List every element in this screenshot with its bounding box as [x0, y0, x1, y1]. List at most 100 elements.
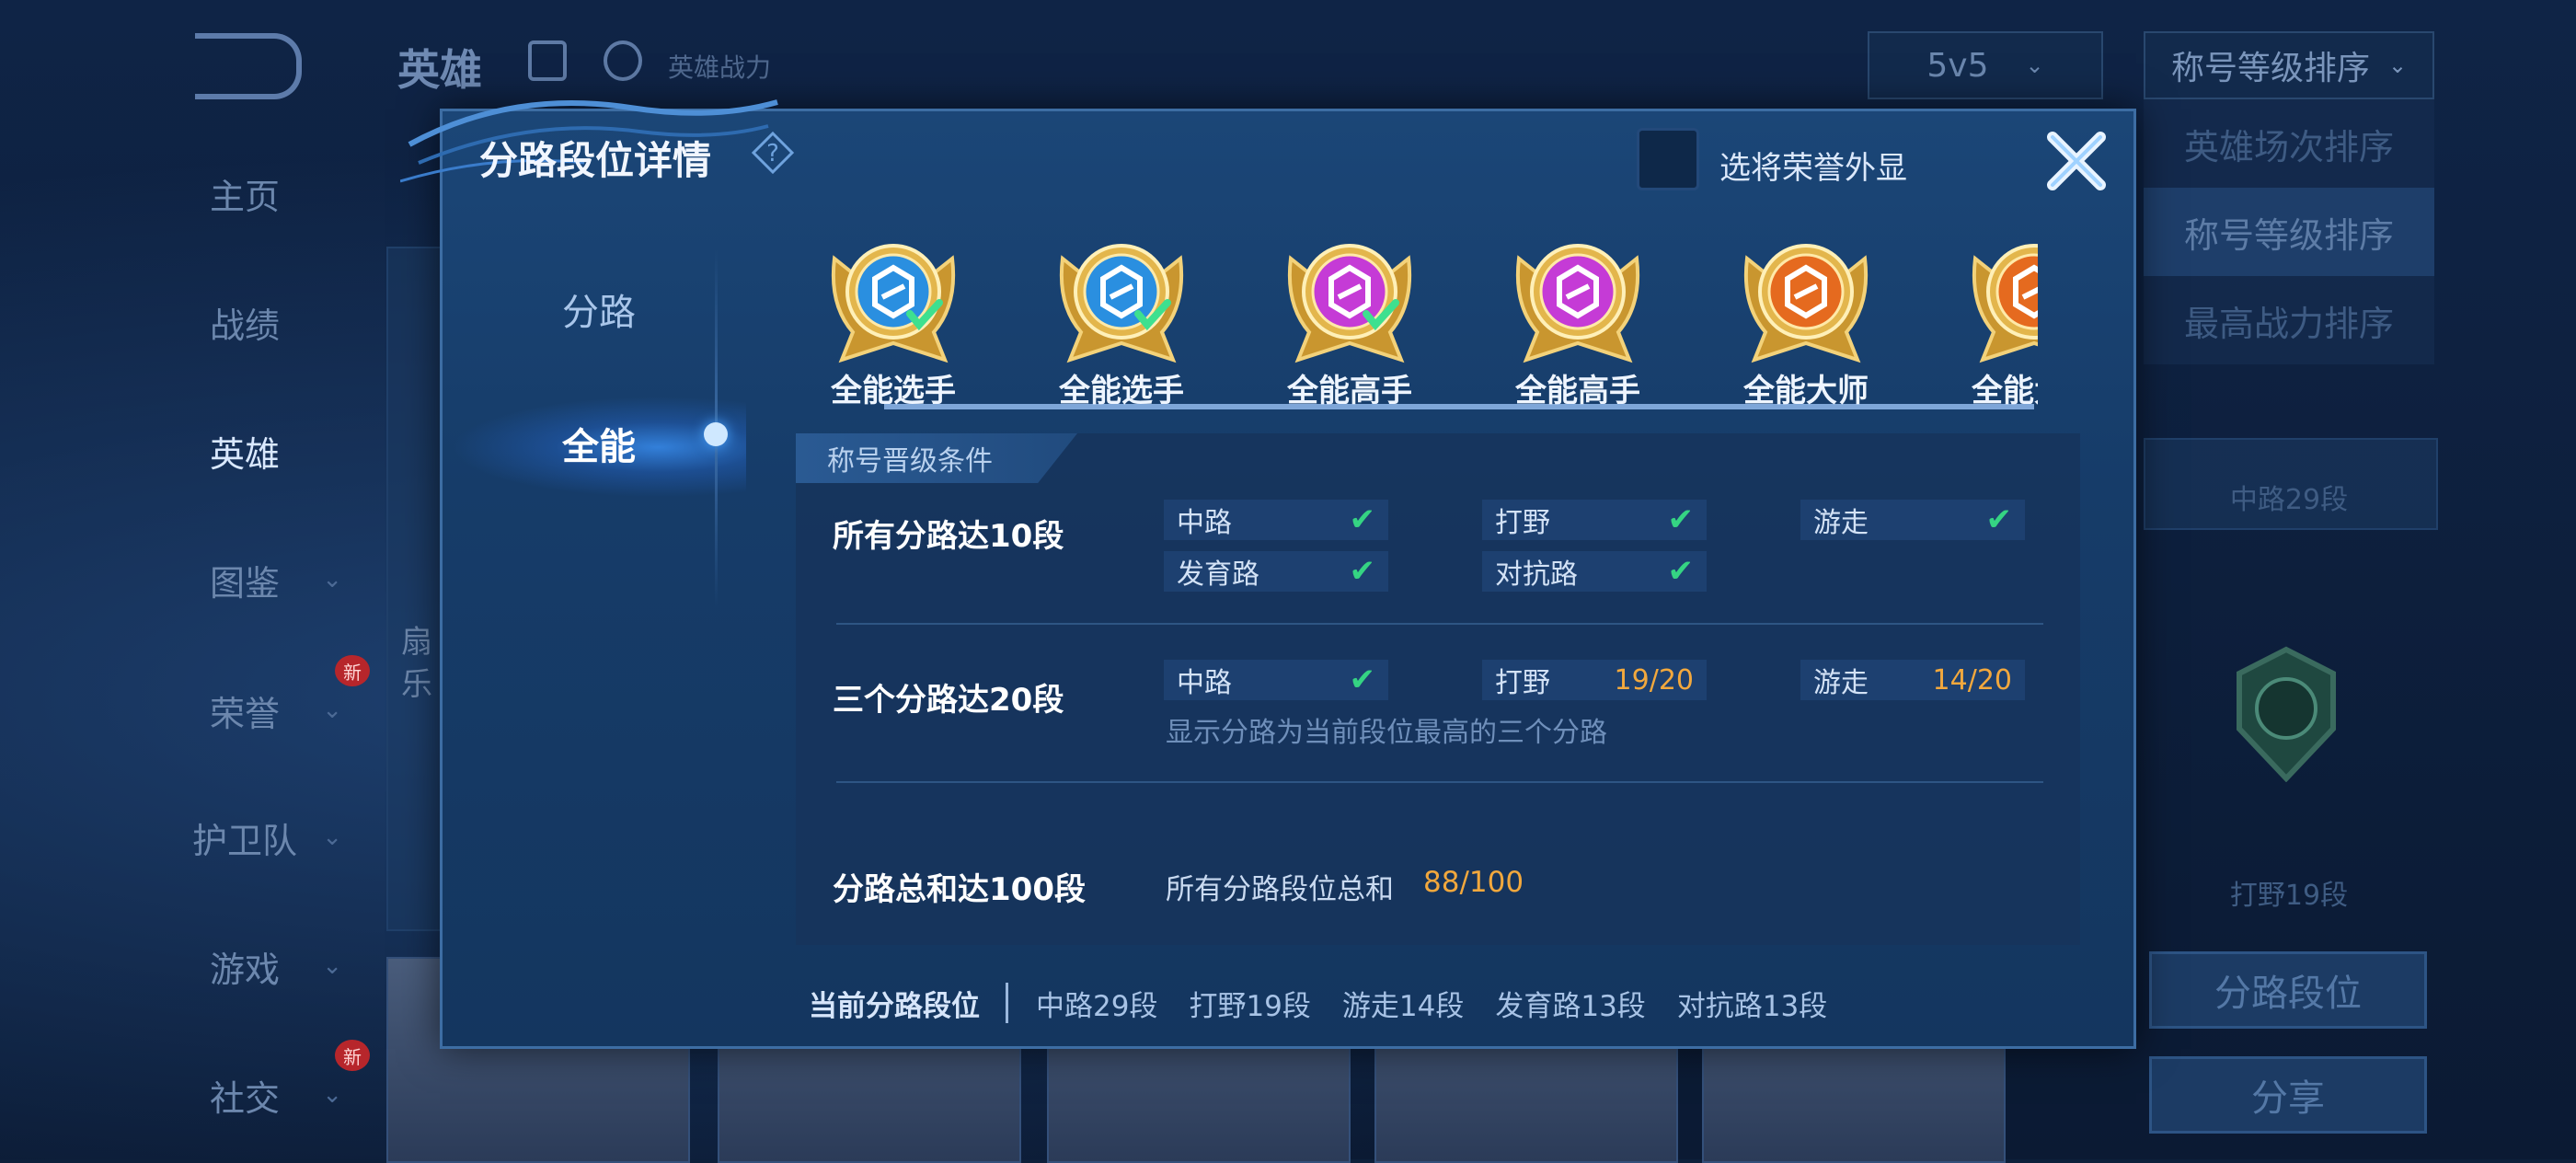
sort-option-title[interactable]: 称号等级排序 — [2144, 188, 2434, 276]
nav-label: 战绩 — [209, 305, 280, 346]
badge-label: 全能大师 — [1743, 373, 1869, 409]
lane-rank-clash: 对抗路13段 — [1676, 989, 1828, 1023]
conditions-header: 称号晋级条件 — [796, 433, 1077, 483]
condition-title: 分路总和达100段 — [833, 864, 1086, 909]
rank-emblem-icon — [1287, 244, 1412, 363]
sort-option-matches[interactable]: 英雄场次排序 — [2144, 99, 2434, 188]
title-badge[interactable]: 全能大师 — [1723, 222, 1889, 410]
condition-title-num: 100段 — [989, 871, 1086, 908]
requirement-name: 发育路 — [1177, 558, 1259, 591]
lane-rank-jungle: 打野19段 — [1189, 989, 1311, 1023]
rank-emblem-icon — [831, 244, 956, 363]
current-lane-ranks: 当前分路段位 中路29段 打野19段 游走14段 发育路13段 对抗路13段 — [809, 980, 1858, 1026]
requirement-mid: 中路 ✔ — [1164, 500, 1388, 540]
rank-emblem-icon — [1972, 244, 2038, 363]
hero-power-icon[interactable] — [604, 40, 642, 81]
list-icon[interactable] — [528, 40, 567, 81]
nav-label: 社交 — [209, 1077, 280, 1119]
condition-note: 显示分路为当前段位最高的三个分路 — [1166, 717, 1607, 749]
condition-title-text: 分路总和达 — [833, 871, 989, 908]
nav-heroes[interactable]: 英雄 — [134, 423, 355, 478]
rank-emblem-icon — [1059, 244, 1184, 363]
requirement-clash: 对抗路 ✔ — [1482, 551, 1707, 592]
check-icon: ✔ — [1349, 501, 1376, 538]
new-badge: 新 — [335, 1040, 370, 1071]
requirement-mid: 中路 ✔ — [1164, 660, 1388, 700]
lane-rank-roam: 游走14段 — [1341, 989, 1465, 1023]
new-badge: 新 — [335, 655, 370, 686]
requirement-name: 游走 — [1813, 507, 1869, 539]
title-badge[interactable]: 全能高手 — [1495, 222, 1661, 410]
badge-label: 全能选手 — [1059, 373, 1184, 409]
hero-card-text: 乐 — [401, 666, 432, 703]
lane-rank-farm: 发育路13段 — [1495, 989, 1646, 1023]
mode-dropdown[interactable]: 5v5 ⌄ — [1868, 31, 2103, 99]
title-badge[interactable]: 全能大师 — [1951, 222, 2038, 410]
check-icon: ✔ — [1667, 553, 1695, 590]
help-icon[interactable]: ? — [752, 132, 794, 174]
chevron-down-icon: ⌄ — [2025, 52, 2044, 78]
title-badge[interactable]: 全能高手 — [1267, 222, 1432, 410]
condition-title: 所有分路达10段 — [833, 511, 1064, 556]
condition-title-text: 三个分路达 — [833, 682, 989, 719]
chevron-down-icon: ⌄ — [322, 1081, 342, 1109]
condition-title-num: 10段 — [989, 518, 1064, 555]
dialog-title: 分路段位详情 — [479, 138, 712, 183]
tab-all-round[interactable]: 全能 — [461, 402, 737, 485]
honor-display-label: 选将荣誉外显 — [1719, 150, 1907, 187]
check-icon: ✔ — [1349, 662, 1376, 698]
mode-dropdown-value: 5v5 — [1926, 46, 1989, 85]
requirement-name: 游走 — [1813, 667, 1869, 699]
sort-option-power[interactable]: 最高战力排序 — [2144, 276, 2434, 364]
badge-label: 全能选手 — [831, 373, 956, 409]
badge-label: 全能高手 — [1287, 373, 1412, 409]
nav-label: 游戏 — [209, 949, 280, 990]
hero-card-text: 扇 — [401, 624, 432, 661]
divider — [1006, 983, 1008, 1023]
divider — [836, 781, 2043, 783]
requirement-name: 中路 — [1177, 507, 1232, 539]
nav-games[interactable]: 游戏 ⌄ — [134, 938, 355, 994]
chevron-down-icon: ⌄ — [322, 952, 342, 980]
honor-display-checkbox[interactable] — [1637, 128, 1699, 190]
nav-guard-team[interactable]: 护卫队 ⌄ — [134, 810, 355, 865]
requirement-name: 中路 — [1177, 667, 1232, 699]
requirement-name: 打野 — [1495, 667, 1550, 699]
sort-dropdown-value: 称号等级排序 — [2170, 50, 2370, 87]
tab-lanes[interactable]: 分路 — [461, 268, 737, 351]
rank-emblem-icon — [1743, 244, 1869, 363]
nav-label: 荣誉 — [209, 693, 280, 734]
nav-label: 图鉴 — [209, 562, 280, 604]
jungle-rank-emblem — [2226, 644, 2346, 783]
lane-stat-label: 打野19段 — [2229, 880, 2349, 912]
requirement-roam: 游走 ✔ — [1800, 500, 2025, 540]
help-symbol: ? — [766, 140, 779, 167]
requirement-farm: 发育路 ✔ — [1164, 551, 1388, 592]
requirement-jungle: 打野 19/20 — [1482, 660, 1707, 700]
promotion-conditions-panel: 称号晋级条件 所有分路达10段 中路 ✔ 打野 ✔ 游走 ✔ 发育路 ✔ 对抗路 ✔ 三个… — [796, 433, 2080, 945]
nav-honor[interactable]: 荣誉 ⌄ — [134, 683, 355, 738]
title-badge[interactable]: 全能选手 — [1039, 222, 1204, 410]
total-lane-label: 所有分路段位总和 — [1166, 873, 1394, 906]
hero-power-label[interactable]: 英雄战力 — [668, 48, 771, 85]
nav-codex[interactable]: 图鉴 ⌄ — [134, 552, 355, 607]
back-button[interactable] — [195, 33, 302, 99]
lane-rank-button[interactable]: 分路段位 — [2149, 951, 2427, 1029]
condition-title-num: 20段 — [989, 682, 1064, 719]
chevron-down-icon: ⌄ — [2387, 52, 2408, 78]
check-icon: ✔ — [1985, 501, 2013, 538]
requirement-name: 打野 — [1495, 507, 1550, 539]
sort-dropdown[interactable]: 称号等级排序 ⌄ — [2144, 31, 2434, 99]
nav-label: 主页 — [209, 176, 280, 217]
hero-card[interactable]: 扇 乐 — [386, 247, 445, 931]
requirement-jungle: 打野 ✔ — [1482, 500, 1707, 540]
lane-rank-mid: 中路29段 — [1036, 989, 1158, 1023]
nav-home[interactable]: 主页 — [134, 166, 355, 221]
title-badge[interactable]: 全能选手 — [811, 222, 976, 410]
nav-records[interactable]: 战绩 — [134, 294, 355, 350]
share-button[interactable]: 分享 — [2149, 1056, 2427, 1134]
chevron-down-icon: ⌄ — [322, 697, 342, 724]
nav-social[interactable]: 社交 ⌄ — [134, 1067, 355, 1123]
total-lane-progress: 88/100 — [1423, 866, 1524, 899]
close-icon[interactable] — [2040, 124, 2113, 198]
